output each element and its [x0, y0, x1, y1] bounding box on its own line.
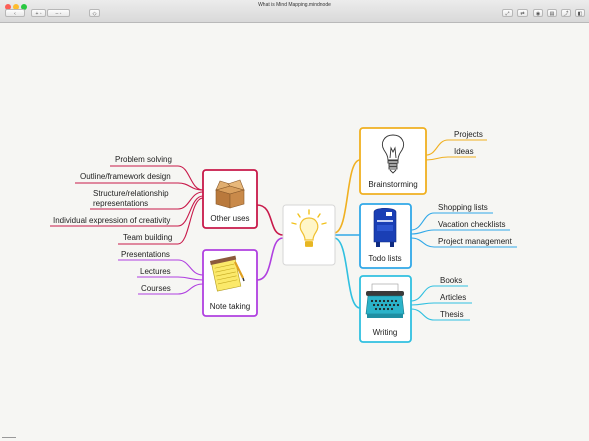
- cardboard-box-icon: [214, 179, 246, 209]
- node-brainstorming-label: Brainstorming: [368, 180, 417, 189]
- center-node[interactable]: [282, 204, 336, 266]
- leaf-shopping-lists[interactable]: Shopping lists: [438, 203, 488, 212]
- leaf-thesis[interactable]: Thesis: [440, 310, 464, 319]
- leaf-structure-relationship-2[interactable]: representations: [93, 199, 148, 208]
- leaf-individual-expression[interactable]: Individual expression of creativity: [53, 216, 170, 225]
- leaf-articles[interactable]: Articles: [440, 293, 466, 302]
- node-todo-lists[interactable]: Todo lists: [359, 203, 412, 269]
- leaf-projects[interactable]: Projects: [454, 130, 483, 139]
- connector-other-uses: [256, 204, 284, 236]
- leaf-ideas[interactable]: Ideas: [454, 147, 474, 156]
- leaf-lectures[interactable]: Lectures: [140, 267, 171, 276]
- node-other-uses-label: Other uses: [210, 214, 249, 223]
- status-bar-indicator: [2, 437, 16, 440]
- leaf-courses[interactable]: Courses: [141, 284, 171, 293]
- leaf-books[interactable]: Books: [440, 276, 462, 285]
- mailbox-icon: [373, 207, 397, 247]
- connector-writing: [333, 237, 361, 309]
- node-writing-label: Writing: [373, 328, 398, 337]
- leaf-project-management[interactable]: Project management: [438, 237, 513, 246]
- connector-brainstorming: [333, 159, 361, 234]
- leaf-presentations[interactable]: Presentations: [121, 250, 170, 259]
- connector-note-taking: [256, 237, 284, 281]
- mind-map-canvas[interactable]: Problem solving Outline/framework design…: [0, 0, 589, 441]
- node-writing[interactable]: Writing: [359, 275, 412, 343]
- leaf-structure-relationship-1[interactable]: Structure/relationship: [93, 189, 169, 198]
- node-todo-lists-label: Todo lists: [368, 254, 401, 263]
- leaf-vacation-checklists[interactable]: Vacation checklists: [438, 220, 505, 229]
- leaf-problem-solving[interactable]: Problem solving: [115, 155, 172, 164]
- typewriter-icon: [365, 283, 405, 318]
- node-note-taking-label: Note taking: [210, 302, 250, 311]
- node-note-taking[interactable]: Note taking: [202, 249, 258, 317]
- node-brainstorming[interactable]: Brainstorming: [359, 127, 427, 195]
- leaf-team-building[interactable]: Team building: [123, 233, 172, 242]
- node-other-uses[interactable]: Other uses: [202, 169, 258, 229]
- leaf-outline-framework-design[interactable]: Outline/framework design: [80, 172, 171, 181]
